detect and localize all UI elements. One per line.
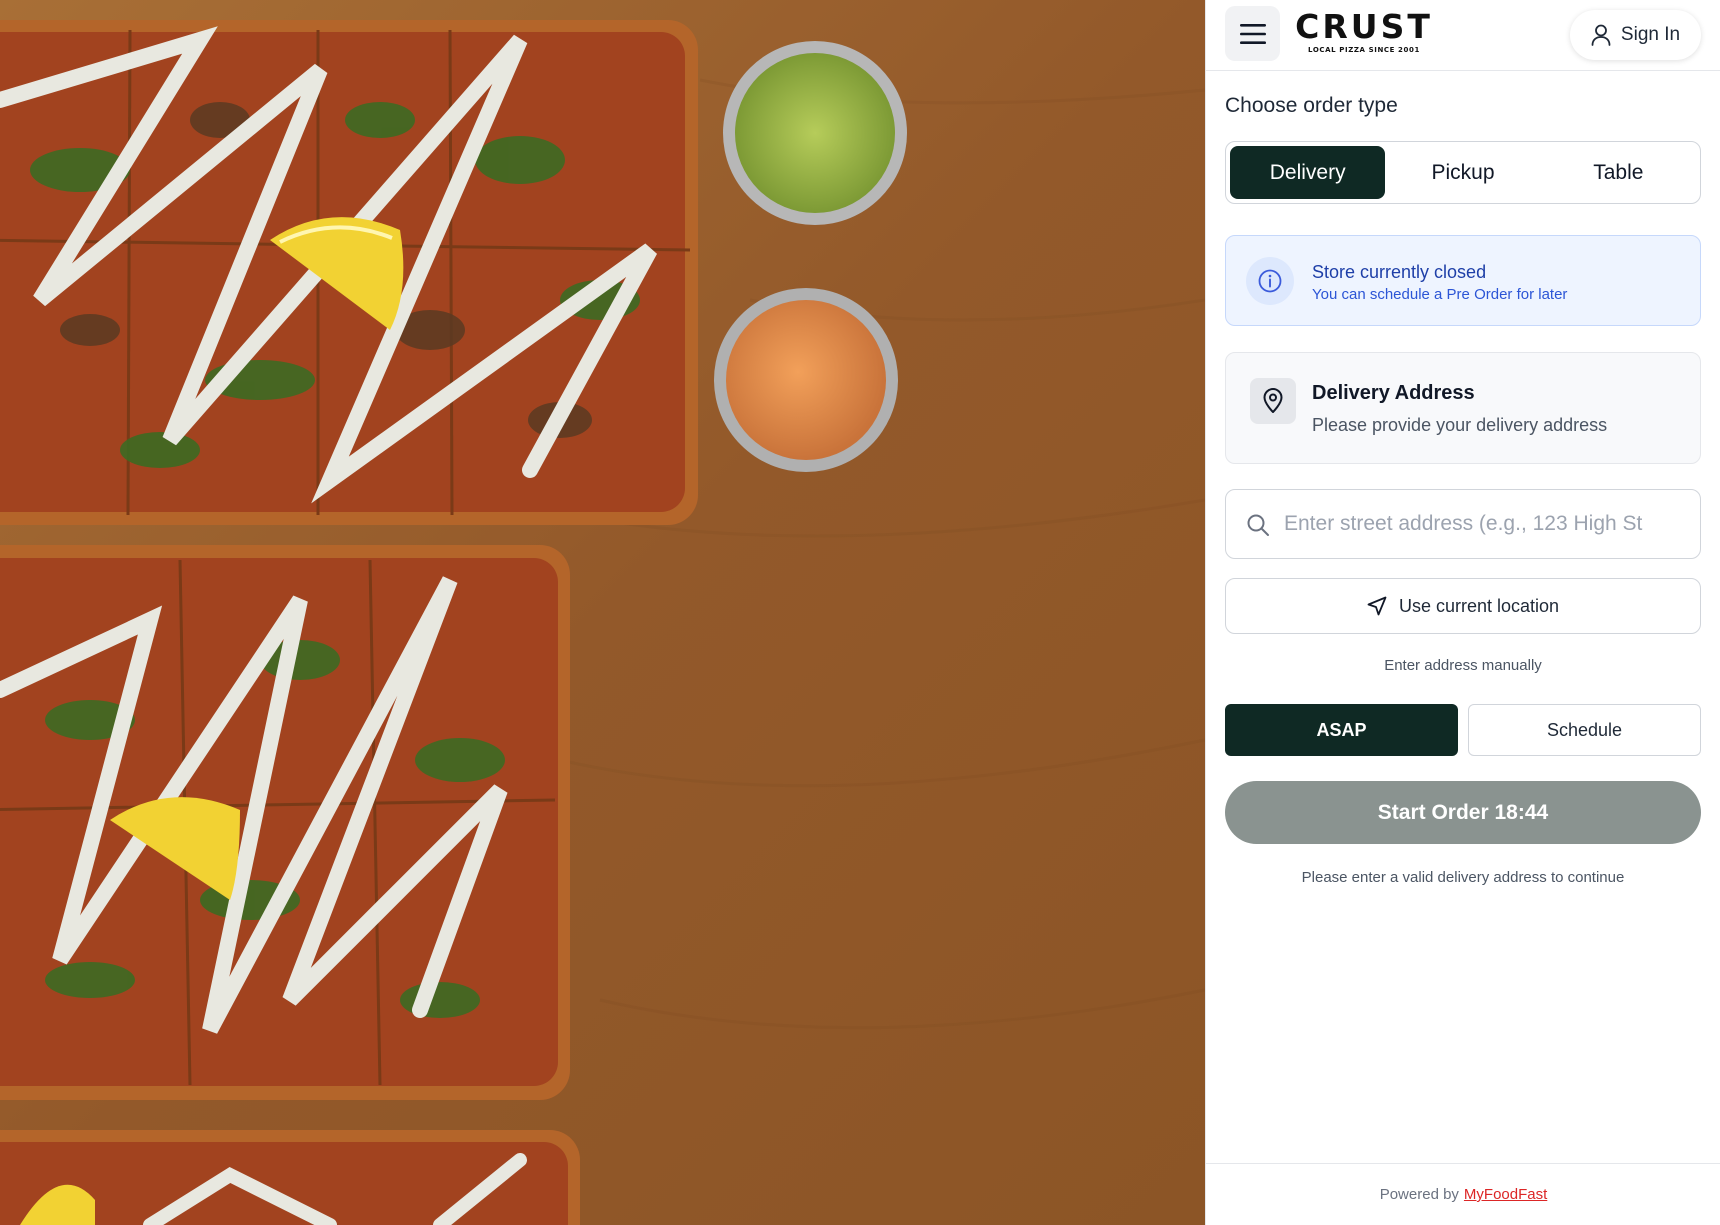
order-panel: CRUST LOCAL PIZZA SINCE 2001 Sign In Cho…: [1205, 0, 1720, 1225]
top-bar: CRUST LOCAL PIZZA SINCE 2001 Sign In: [1206, 0, 1720, 71]
sign-in-label: Sign In: [1620, 24, 1681, 45]
notice-subtitle: You can schedule a Pre Order for later: [1312, 286, 1568, 303]
enter-address-manually-link[interactable]: Enter address manually: [1225, 657, 1701, 674]
use-current-location-label: Use current location: [1398, 595, 1560, 616]
tab-delivery[interactable]: Delivery: [1230, 146, 1386, 199]
menu-button[interactable]: [1225, 6, 1280, 61]
hamburger-icon: [1239, 23, 1266, 44]
info-icon: [1246, 257, 1294, 305]
start-order-hint: Please enter a valid delivery address to…: [1301, 869, 1625, 886]
hero-food-photo: [0, 0, 1205, 1225]
address-title: Delivery Address: [1312, 382, 1475, 404]
brand-logo[interactable]: CRUST LOCAL PIZZA SINCE 2001: [1294, 10, 1434, 56]
store-closed-notice: Store currently closed You can schedule …: [1225, 235, 1701, 326]
delivery-address-card: Delivery Address Please provide your del…: [1225, 352, 1701, 464]
brand-tagline: LOCAL PIZZA SINCE 2001: [1308, 46, 1420, 54]
tab-table[interactable]: Table: [1541, 146, 1696, 199]
asap-button[interactable]: ASAP: [1225, 704, 1458, 756]
footer: Powered by MyFoodFast: [1206, 1163, 1720, 1225]
address-search-box[interactable]: [1225, 489, 1701, 559]
order-type-selector: Delivery Pickup Table: [1225, 141, 1701, 204]
notice-title: Store currently closed: [1312, 262, 1487, 282]
address-search-input[interactable]: [1284, 504, 1644, 544]
brand-name: CRUST: [1295, 7, 1433, 46]
use-current-location-button[interactable]: Use current location: [1225, 578, 1701, 634]
start-order-button[interactable]: Start Order 18:44: [1225, 781, 1701, 844]
address-subtitle: Please provide your delivery address: [1312, 415, 1608, 435]
myfoodfast-link[interactable]: MyFoodFast: [1464, 1186, 1547, 1203]
pizza-photo-illustration: [0, 0, 1205, 1225]
map-pin-icon: [1250, 378, 1296, 424]
navigation-arrow-icon: [1367, 596, 1387, 616]
search-icon: [1247, 514, 1269, 536]
order-type-heading: Choose order type: [1225, 94, 1398, 117]
schedule-button[interactable]: Schedule: [1468, 704, 1701, 756]
powered-by-text: Powered by: [1379, 1186, 1459, 1203]
tab-pickup[interactable]: Pickup: [1385, 146, 1540, 199]
sign-in-button[interactable]: Sign In: [1570, 10, 1701, 60]
user-icon: [1591, 24, 1611, 46]
